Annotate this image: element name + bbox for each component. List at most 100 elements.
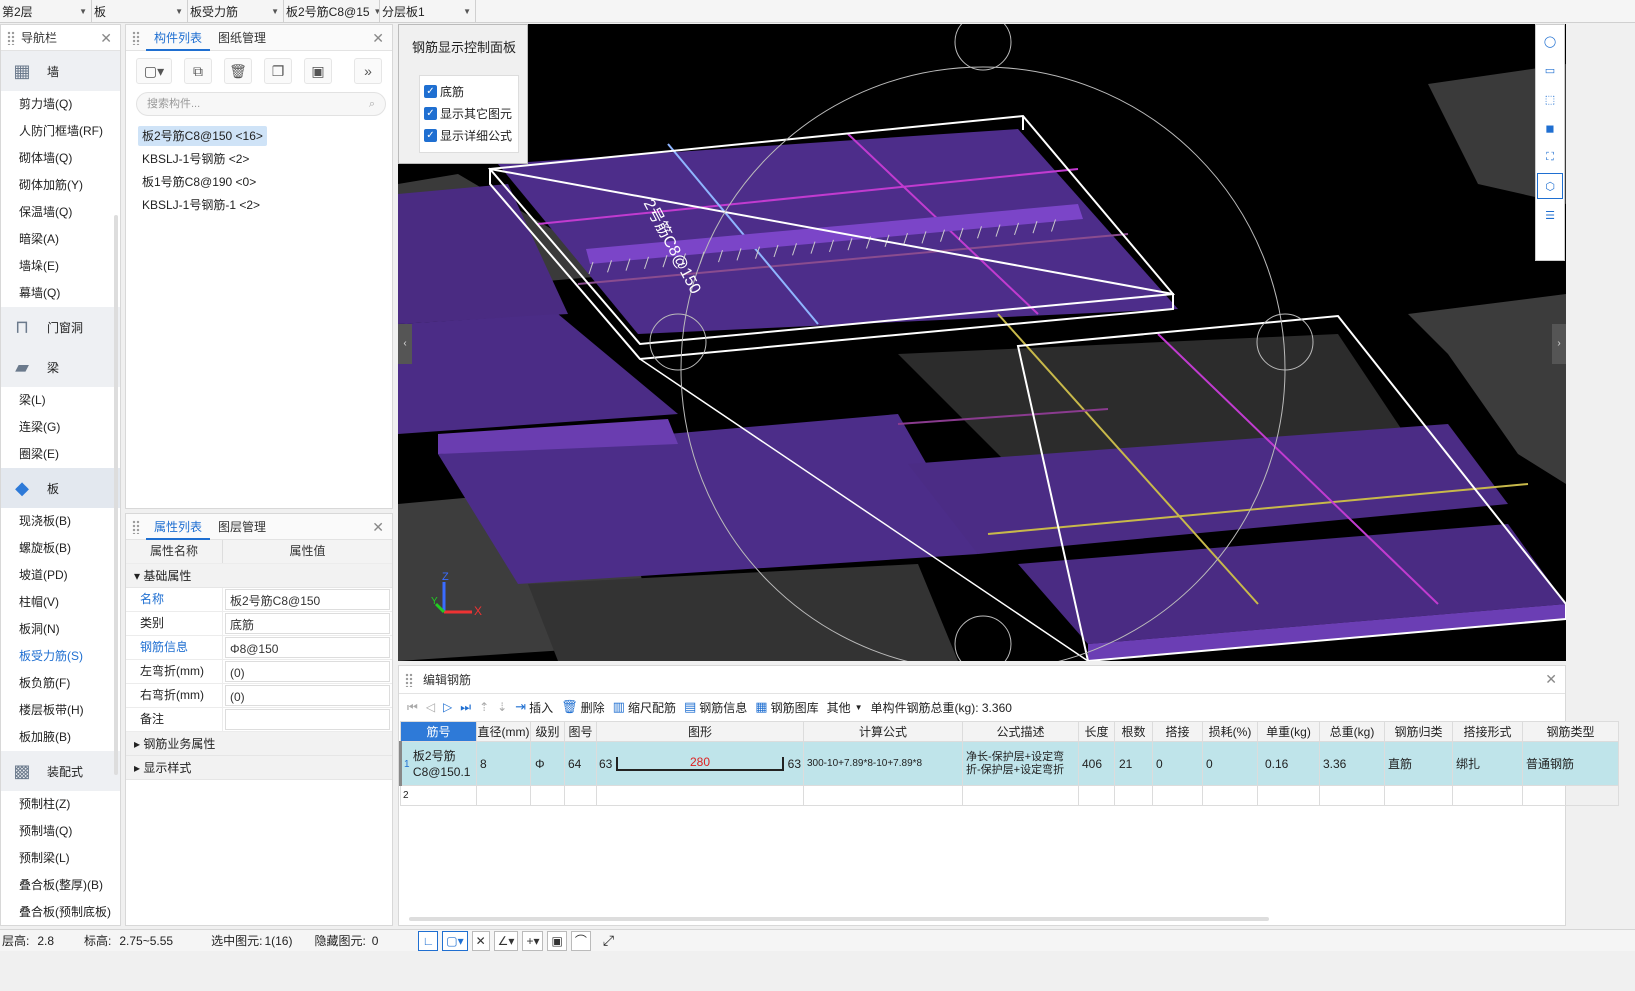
insert-button[interactable]: ⇥ 插入 (515, 695, 553, 719)
component-item[interactable]: KBSLJ-1号钢筋 <2> (138, 149, 253, 169)
close-icon[interactable]: ✕ (1545, 671, 1557, 688)
table-row[interactable]: 1 板2号筋 C8@150.1 8 Φ 64 63 280 63 300-10+7… (399, 741, 1619, 786)
render-mode-button[interactable]: ◼ (1537, 115, 1563, 141)
column-header[interactable]: 总重(kg) (1319, 721, 1385, 742)
editor-scrollbar[interactable] (409, 917, 1269, 921)
sidebar-item[interactable]: 连梁(G) (1, 414, 120, 441)
prop-value-field[interactable]: 板2号筋C8@150 (225, 589, 390, 610)
fit-view-button[interactable]: ⛶ (1537, 144, 1563, 170)
sidebar-item[interactable]: 螺旋板(B) (1, 535, 120, 562)
column-header[interactable]: 损耗(%) (1202, 721, 1258, 742)
delete-button[interactable]: 🗑 (224, 58, 252, 84)
column-header[interactable]: 长度 (1078, 721, 1115, 742)
nav-scrollbar[interactable] (114, 215, 118, 775)
layer-dropdown[interactable]: 分层板1 ▼ (380, 0, 476, 22)
cell-count[interactable]: 21 (1114, 741, 1153, 786)
column-header[interactable]: 单重(kg) (1257, 721, 1320, 742)
sidebar-item[interactable]: 板洞(N) (1, 616, 120, 643)
component-dropdown[interactable]: 板2号筋C8@15▼ (284, 0, 380, 22)
checkbox-show-formula[interactable]: ✓ 显示详细公式 (424, 124, 514, 146)
sidebar-item[interactable]: 叠合板(整厚)(B) (1, 872, 120, 899)
sidebar-item[interactable]: 墙垛(E) (1, 253, 120, 280)
view-3d-button[interactable]: ⬚ (1537, 86, 1563, 112)
new-component-button[interactable]: ▢▾ (136, 58, 172, 84)
filter-button[interactable]: ▣ (304, 58, 332, 84)
copy-button[interactable]: ⧉ (184, 58, 212, 84)
other-dropdown[interactable]: 其他 ▼ (827, 695, 863, 719)
drag-handle-icon[interactable] (405, 672, 413, 687)
column-header[interactable]: 搭接 (1152, 721, 1203, 742)
close-icon[interactable]: ✕ (100, 30, 112, 47)
3d-viewport[interactable]: 2号筋C8@150 Z X Y ‹ › 钢筋显示控制面板 ✓ 底筋 ✓ 显示其它图元… (398, 24, 1566, 661)
cell-diameter[interactable]: 8 (476, 741, 531, 786)
component-item[interactable]: 板1号筋C8@190 <0> (138, 172, 260, 192)
nav-group-3[interactable]: ◆ 板 (1, 468, 120, 508)
nav-group-4[interactable]: ▩ 装配式 (1, 751, 120, 791)
column-header[interactable]: 钢筋类型 (1522, 721, 1619, 742)
column-header[interactable]: 根数 (1114, 721, 1153, 742)
nav-group-1[interactable]: ⊓ 门窗洞 (1, 307, 120, 347)
sidebar-item[interactable]: 保温墙(Q) (1, 199, 120, 226)
type-dropdown[interactable]: 板 ▼ (92, 0, 188, 22)
drag-handle-icon[interactable] (132, 30, 140, 45)
cell-shape[interactable]: 63 280 63 (596, 741, 804, 786)
rebar-info-button[interactable]: ▤ 钢筋信息 (684, 695, 747, 719)
prev-button[interactable]: ◁ (426, 695, 435, 719)
drag-handle-icon[interactable] (132, 519, 140, 534)
delete-row-button[interactable]: 🗑 删除 (561, 695, 605, 719)
column-header[interactable]: 图形 (596, 721, 804, 742)
component-search-input[interactable]: 搜索构件... ⌕ (136, 92, 386, 116)
next-button[interactable]: ▷ (443, 695, 452, 719)
column-header[interactable]: 公式描述 (962, 721, 1079, 742)
snap-button[interactable]: ▣ (547, 930, 567, 951)
section-business[interactable]: ▸ 钢筋业务属性 (126, 732, 392, 756)
prop-value-field[interactable]: 底筋 (225, 613, 390, 634)
tab-layer-manage[interactable]: 图层管理 (210, 514, 274, 540)
column-header[interactable]: 搭接形式 (1452, 721, 1523, 742)
cell-figure-no[interactable]: 64 (564, 741, 597, 786)
sidebar-item[interactable]: 砌体墙(Q) (1, 145, 120, 172)
checkbox-bottom-rebar[interactable]: ✓ 底筋 (424, 80, 514, 102)
cell-loss[interactable]: 0 (1202, 741, 1258, 786)
move-down-button[interactable]: ⇣ (497, 695, 507, 719)
expand-icon[interactable]: ⤢ (603, 932, 614, 949)
table-row[interactable]: 2 (400, 785, 1619, 806)
angle-button[interactable]: ∠▾ (493, 930, 519, 951)
dynamic-view-button[interactable]: ⬡ (1537, 173, 1563, 199)
arc-button[interactable]: ⌒ (570, 930, 591, 951)
cell-lap[interactable]: 0 (1152, 741, 1203, 786)
subtype-dropdown[interactable]: 板受力筋 ▼ (188, 0, 284, 22)
sidebar-item[interactable]: 圈梁(E) (1, 441, 120, 468)
nav-group-0[interactable]: ▦ 墙 (1, 51, 120, 91)
column-header[interactable]: 级别 (530, 721, 565, 742)
checkbox-show-other[interactable]: ✓ 显示其它图元 (424, 102, 514, 124)
cell-grade[interactable]: Φ (530, 741, 565, 786)
prop-value-field[interactable] (225, 709, 390, 730)
column-header[interactable]: 筋号 (400, 721, 477, 742)
cell-lap-form[interactable]: 绑扎 (1452, 741, 1523, 786)
sidebar-item[interactable]: 板负筋(F) (1, 670, 120, 697)
scale-rebar-button[interactable]: ▥ 缩尺配筋 (613, 695, 676, 719)
cell-formula[interactable]: 300-10+7.89*8-10+7.89*8 (803, 741, 963, 786)
tab-property-list[interactable]: 属性列表 (146, 514, 211, 540)
cross-button[interactable]: ✕ (471, 930, 490, 951)
collapse-right-handle[interactable]: › (1552, 324, 1566, 364)
floor-dropdown[interactable]: 第2层 ▼ (0, 0, 92, 22)
tab-component-list[interactable]: 构件列表 (146, 25, 211, 51)
select-mode-button[interactable]: ▢▾ (442, 930, 468, 951)
section-basic[interactable]: ▾ 基础属性 (126, 564, 392, 588)
view-2d-button[interactable]: ▭ (1537, 57, 1563, 83)
drag-handle-icon[interactable] (7, 30, 15, 45)
sidebar-item[interactable]: 柱帽(V) (1, 589, 120, 616)
last-button[interactable]: ⏭ (460, 695, 471, 719)
first-button[interactable]: ⏮ (407, 695, 418, 719)
component-item[interactable]: KBSLJ-1号钢筋-1 <2> (138, 195, 264, 215)
sidebar-item[interactable]: 梁(L) (1, 387, 120, 414)
sidebar-item[interactable]: 预制梁(L) (1, 845, 120, 872)
cell-formula-desc[interactable]: 净长-保护层+设定弯 折-保护层+设定弯折 (962, 741, 1079, 786)
cell-name[interactable]: 1 板2号筋 C8@150.1 (399, 741, 477, 786)
prop-value-field[interactable]: (0) (225, 685, 390, 706)
sidebar-item[interactable]: 幕墙(Q) (1, 280, 120, 307)
component-item[interactable]: 板2号筋C8@150 <16> (138, 126, 267, 146)
close-icon[interactable]: ✕ (372, 519, 384, 536)
